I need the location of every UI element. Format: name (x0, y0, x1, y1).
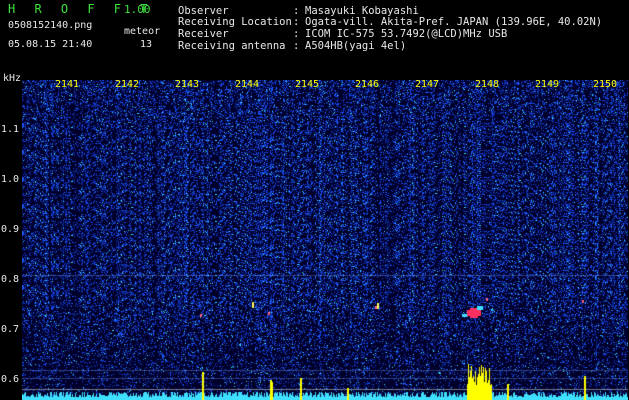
spectrogram-plot (22, 80, 628, 400)
freq-label-0-8: 0.8 (1, 274, 20, 285)
frequency-unit-label: kHz (3, 73, 22, 84)
antenna-colon: : (293, 40, 300, 52)
minute-label-2150: 2150 (593, 79, 618, 90)
observer-colon: : (293, 5, 300, 17)
mode-label: meteor (124, 26, 161, 37)
antenna-key: Receiving antenna (178, 40, 286, 52)
app-version: 1.00 (124, 3, 151, 16)
capture-datetime: 05.08.15 21:40 (8, 39, 93, 50)
freq-label-0-7: 0.7 (1, 324, 20, 335)
freq-label-0-9: 0.9 (1, 224, 20, 235)
receiver-value: ICOM IC-575 53.7492(@LCD)MHz USB (305, 28, 508, 40)
location-colon: : (293, 16, 300, 28)
freq-label-0-6: 0.6 (1, 374, 20, 385)
hroft-spectrogram-window: H R O F F T 1.00 0508152140.png meteor 0… (0, 0, 629, 400)
minute-label-2142: 2142 (115, 79, 140, 90)
location-key: Receiving Location (178, 16, 292, 28)
meteor-count: 13 (140, 39, 153, 50)
antenna-value: A504HB(yagi 4el) (305, 40, 407, 52)
freq-label-1-1: 1.1 (1, 124, 20, 135)
receiver-key: Receiver (178, 28, 229, 40)
minute-label-2143: 2143 (175, 79, 200, 90)
minute-label-2149: 2149 (535, 79, 560, 90)
minute-label-2144: 2144 (235, 79, 260, 90)
minute-label-2148: 2148 (475, 79, 500, 90)
minute-label-2145: 2145 (295, 79, 320, 90)
minute-label-2141: 2141 (55, 79, 80, 90)
location-value: Ogata-vill. Akita-Pref. JAPAN (139.96E, … (305, 16, 603, 28)
observer-key: Observer (178, 5, 229, 17)
freq-label-1-0: 1.0 (1, 174, 20, 185)
minute-label-2147: 2147 (415, 79, 440, 90)
image-filename: 0508152140.png (8, 20, 93, 31)
receiver-colon: : (293, 28, 300, 40)
minute-label-2146: 2146 (355, 79, 380, 90)
observer-value: Masayuki Kobayashi (305, 5, 419, 17)
